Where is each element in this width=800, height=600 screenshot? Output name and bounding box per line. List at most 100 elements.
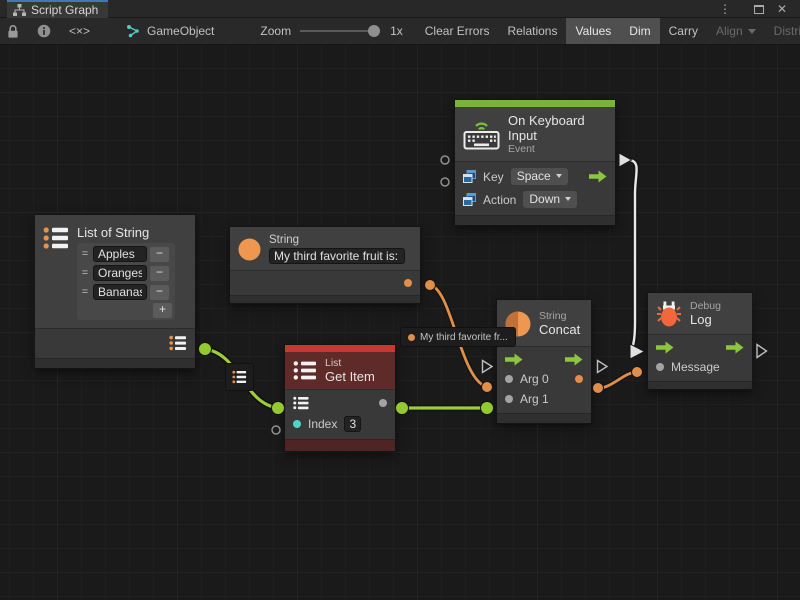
port-row-arg1: Arg 1 — [497, 389, 591, 409]
index-input-port[interactable] — [293, 420, 301, 428]
list-input-port[interactable] — [293, 396, 309, 410]
relations-button[interactable]: Relations — [498, 18, 566, 44]
node-get-item[interactable]: List Get Item Index — [285, 345, 395, 451]
values-button[interactable]: Values — [566, 18, 620, 44]
list-item-input[interactable] — [93, 265, 147, 281]
code-icon: <×> — [69, 24, 90, 38]
clear-errors-button[interactable]: Clear Errors — [416, 18, 499, 44]
port-row-message: Message — [648, 357, 752, 377]
input-binding-icon — [463, 170, 476, 183]
node-concat[interactable]: String Concat Arg 0 Arg 1 — [497, 300, 591, 423]
tab-bar: Script Graph ⋮ ✕ — [0, 0, 800, 18]
list-item-input[interactable] — [93, 246, 147, 262]
node-on-keyboard-input[interactable]: On Keyboard Input Event Key Space — [455, 100, 615, 225]
list-output-port[interactable] — [169, 335, 187, 351]
index-label: Index — [308, 417, 337, 431]
node-subtitle: Debug — [690, 300, 721, 312]
port-row-arg0: Arg 0 — [497, 369, 591, 389]
maximize-icon[interactable] — [750, 0, 768, 18]
string-output-port[interactable] — [404, 279, 412, 287]
arg0-label: Arg 0 — [520, 372, 549, 386]
node-footer — [230, 295, 420, 303]
window-menu-icon[interactable]: ⋮ — [716, 0, 734, 18]
zoom-slider-knob[interactable] — [368, 25, 380, 37]
key-label: Key — [483, 170, 504, 184]
node-title: String — [269, 234, 405, 246]
action-label: Action — [483, 193, 516, 207]
string-icon — [238, 238, 261, 261]
index-value-input[interactable] — [344, 416, 361, 432]
node-string-literal[interactable]: String — [230, 227, 420, 303]
list-icon — [43, 226, 69, 250]
list-item-row: = − — [80, 284, 172, 300]
node-subtitle: List — [325, 357, 375, 369]
list-item-input[interactable] — [93, 284, 147, 300]
node-footer — [497, 413, 591, 423]
dim-button[interactable]: Dim — [620, 18, 659, 44]
list-icon — [293, 360, 317, 381]
gameobject-label: GameObject — [147, 24, 214, 38]
error-footer — [285, 439, 395, 451]
drag-handle[interactable]: = — [80, 267, 90, 279]
flow-in-port[interactable] — [505, 353, 523, 366]
string-value-input[interactable] — [269, 248, 405, 264]
zoom-slider-track[interactable] — [300, 30, 378, 32]
node-list-of-string[interactable]: List of String = − = − = — [35, 215, 195, 368]
distribute-dropdown[interactable]: Distribute — [765, 18, 800, 44]
arg0-input-port[interactable] — [505, 375, 513, 383]
close-icon[interactable]: ✕ — [773, 0, 791, 18]
item-output-port[interactable] — [379, 399, 387, 407]
add-item-button[interactable]: + — [153, 303, 172, 318]
drag-handle[interactable]: = — [80, 286, 90, 298]
tab-title: Script Graph — [31, 3, 98, 17]
value-preview-badge-list — [226, 364, 253, 390]
flow-out-port[interactable] — [726, 341, 744, 354]
node-subtitle: String — [539, 310, 580, 322]
drag-handle[interactable]: = — [80, 248, 90, 260]
message-label: Message — [671, 360, 720, 374]
zoom-slider[interactable] — [293, 18, 385, 44]
gameobject-icon — [126, 24, 140, 38]
add-item-button-sibling remove-item-button[interactable]: − — [150, 285, 169, 300]
port-row-flow — [648, 338, 752, 357]
port-row-list-input — [285, 393, 395, 413]
remove-item-button[interactable]: − — [150, 266, 169, 281]
remove-item-button[interactable]: − — [150, 247, 169, 262]
gameobject-button[interactable]: GameObject — [117, 18, 223, 44]
node-debug-log[interactable]: Debug Log Message — [648, 293, 752, 389]
carry-button[interactable]: Carry — [660, 18, 707, 44]
result-output-port[interactable] — [575, 375, 583, 383]
node-title: Get Item — [325, 369, 375, 384]
node-footer — [648, 381, 752, 389]
code-view-button[interactable]: <×> — [60, 18, 99, 44]
chevron-down-icon — [748, 29, 756, 34]
graph-icon — [13, 4, 26, 16]
chevron-down-icon — [556, 174, 562, 178]
list-inline-editor: = − = − = − + — [77, 243, 175, 320]
flow-in-port[interactable] — [656, 341, 674, 354]
event-accent-bar — [455, 100, 615, 107]
list-item-row: = − — [80, 246, 172, 262]
action-dropdown[interactable]: Down — [523, 191, 577, 208]
node-footer — [35, 358, 195, 368]
node-title: Concat — [539, 322, 580, 337]
value-preview-badge: My third favorite fr... — [401, 328, 515, 346]
lock-icon[interactable] — [0, 18, 28, 44]
port-row-key: Key Space — [455, 165, 615, 188]
message-input-port[interactable] — [656, 363, 664, 371]
node-title: Log — [690, 312, 721, 327]
port-row-index: Index — [285, 413, 395, 435]
node-title: On Keyboard Input — [508, 113, 607, 143]
info-icon[interactable] — [28, 18, 60, 44]
align-dropdown[interactable]: Align — [707, 18, 765, 44]
key-dropdown[interactable]: Space — [511, 168, 568, 185]
port-row-string-output — [230, 274, 420, 291]
flow-out-port[interactable] — [589, 170, 607, 183]
node-title: List of String — [77, 225, 175, 240]
input-binding-icon — [463, 193, 476, 206]
tab-script-graph[interactable]: Script Graph — [7, 0, 108, 18]
flow-out-port[interactable] — [565, 353, 583, 366]
arg1-input-port[interactable] — [505, 395, 513, 403]
error-accent-bar — [285, 345, 395, 352]
port-row-flow — [497, 350, 591, 369]
